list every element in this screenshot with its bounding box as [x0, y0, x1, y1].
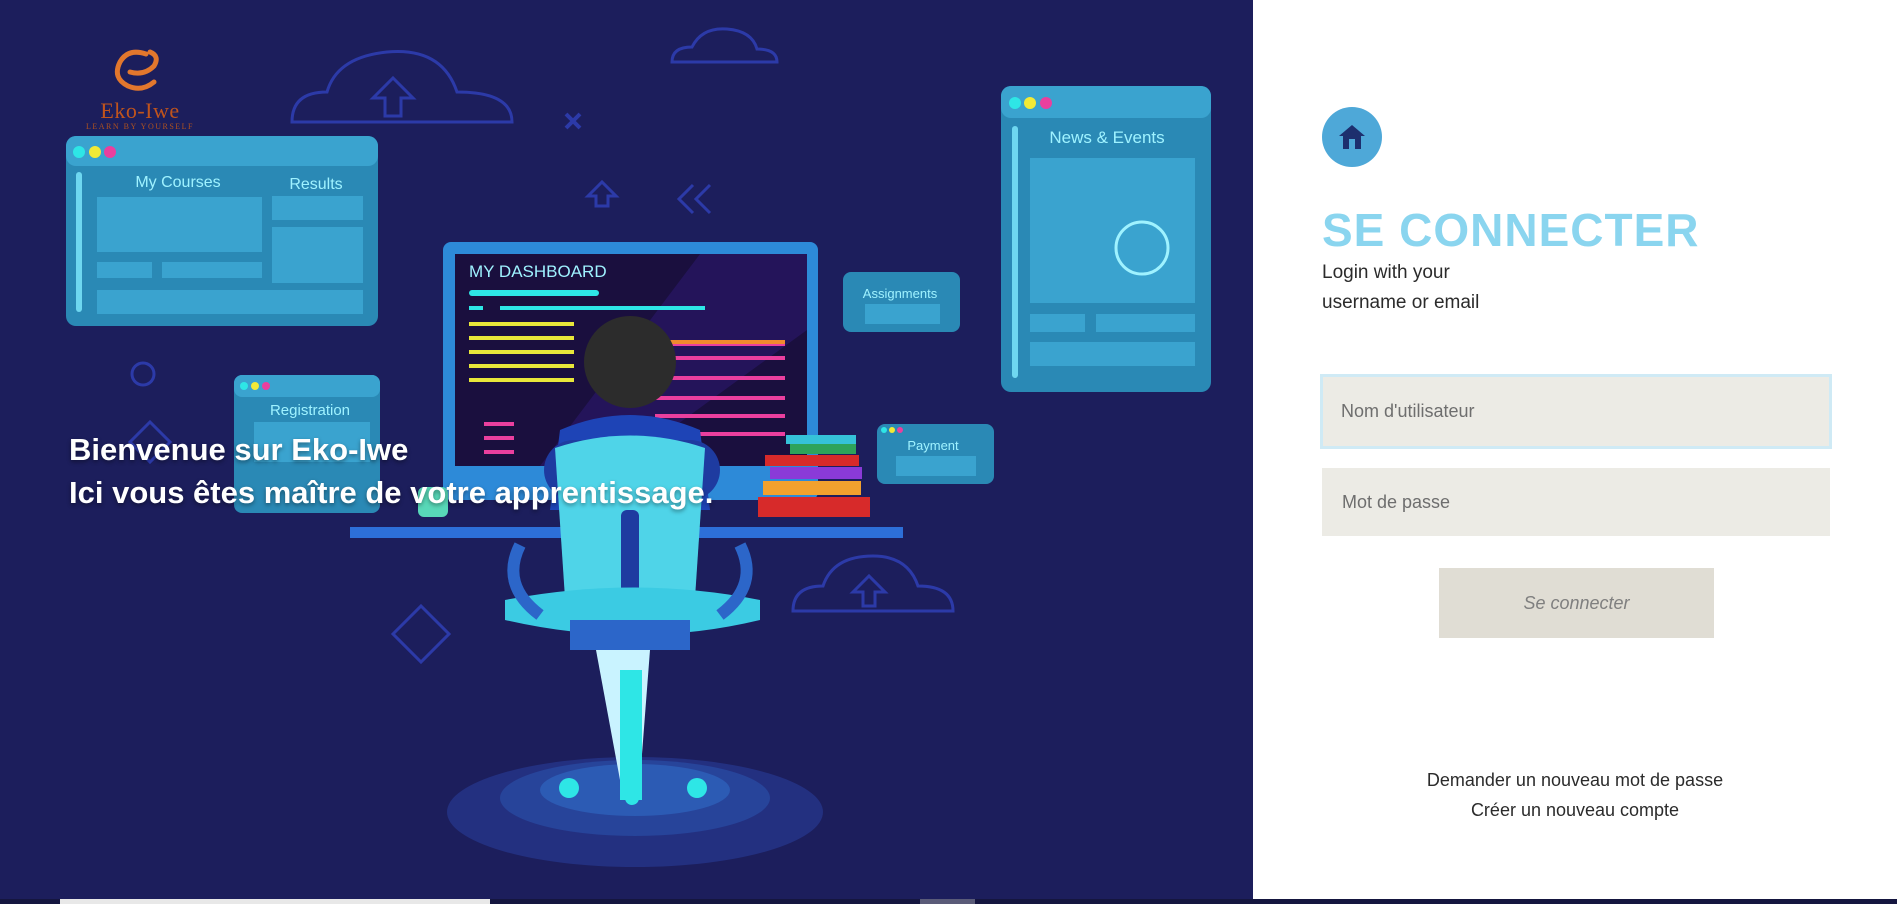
- login-subtitle: Login with your username or email: [1322, 258, 1522, 318]
- news-window-title: News & Events: [1049, 128, 1164, 147]
- welcome-line-2: Ici vous êtes maître de votre apprentiss…: [69, 475, 714, 510]
- reset-password-link[interactable]: Demander un nouveau mot de passe: [1253, 770, 1897, 791]
- registration-window-title: Registration: [270, 402, 350, 419]
- login-button[interactable]: Se connecter: [1439, 568, 1714, 638]
- logo: Eko-Iwe LEARN BY YOURSELF: [70, 44, 210, 144]
- assignments-window-title: Assignments: [863, 286, 938, 301]
- dashboard-title: MY DASHBOARD: [469, 262, 607, 281]
- page-title: SE CONNECTER: [1322, 204, 1700, 256]
- welcome-message: Bienvenue sur Eko-Iwe Ici vous êtes maît…: [69, 428, 713, 514]
- bottom-indicator: [920, 899, 975, 904]
- courses-window-title: My Courses: [135, 174, 220, 191]
- results-window-title: Results: [289, 176, 342, 193]
- home-button[interactable]: [1322, 107, 1382, 167]
- password-input[interactable]: [1322, 468, 1830, 536]
- hero-illustration-panel: My Courses Results Registration MY DASHB…: [0, 0, 1253, 904]
- eko-iwe-logo-icon: [114, 49, 159, 91]
- logo-brand-name: Eko-Iwe: [100, 98, 180, 123]
- subtitle-line-1: Login with your: [1322, 262, 1450, 283]
- welcome-line-1: Bienvenue sur Eko-Iwe: [69, 432, 409, 467]
- create-account-link[interactable]: Créer un nouveau compte: [1253, 800, 1897, 821]
- subtitle-line-2: username or email: [1322, 292, 1480, 313]
- payment-window-title: Payment: [907, 438, 959, 453]
- home-icon: [1339, 125, 1365, 149]
- username-input[interactable]: [1320, 374, 1832, 449]
- logo-tagline: LEARN BY YOURSELF: [85, 122, 195, 131]
- bottom-scrollbar-thumb[interactable]: [60, 899, 490, 904]
- login-panel: SE CONNECTER Login with your username or…: [1253, 0, 1897, 900]
